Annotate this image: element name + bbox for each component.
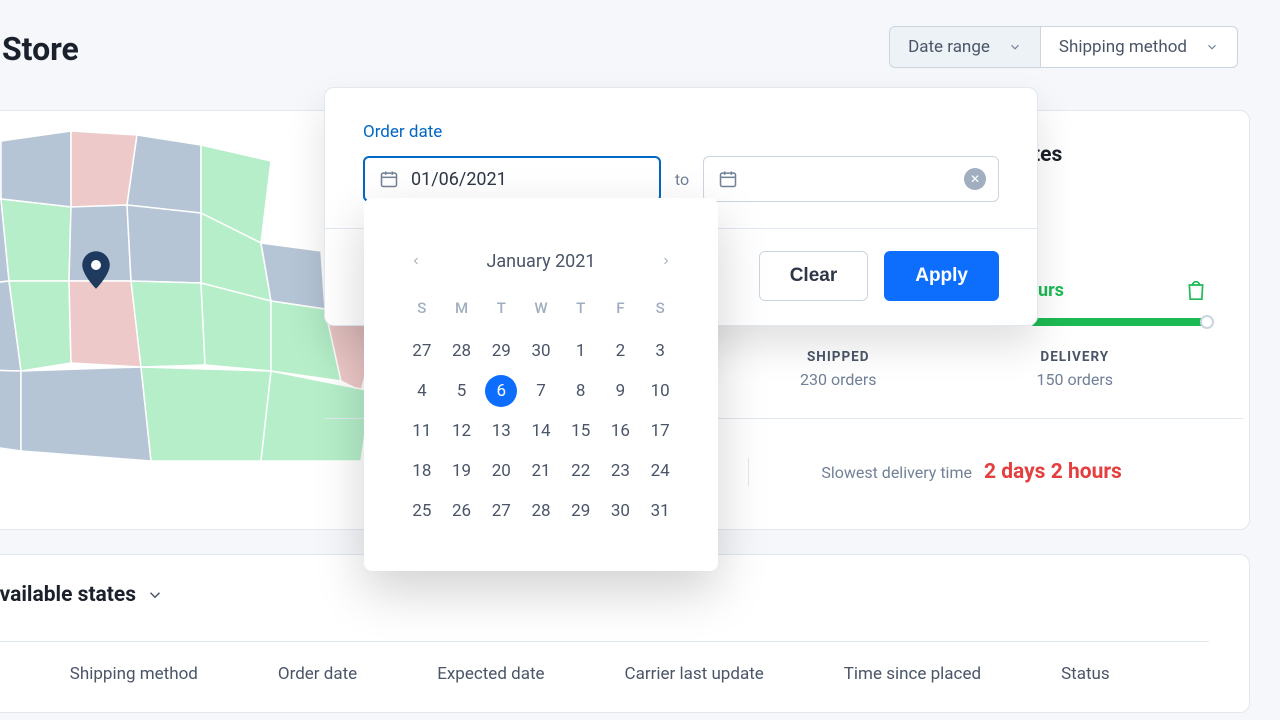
col-shipping-method: Shipping method [70,664,198,684]
calendar-day[interactable]: 29 [481,331,521,371]
calendar-day[interactable]: 1 [561,331,601,371]
chevron-left-icon [410,255,422,267]
slowest-delivery-value: 2 days 2 hours [984,460,1122,484]
calendar-day[interactable]: 21 [521,451,561,491]
calendar-day[interactable]: 13 [481,411,521,451]
shopping-bag-icon [1186,279,1206,305]
calendar-day[interactable]: 27 [402,331,442,371]
calendar-day[interactable]: 26 [442,491,482,531]
stats-row: SHIPPED 230 orders DELIVERY 150 orders [800,349,1113,389]
stat-delivery-value: 150 orders [1037,370,1114,389]
calendar-day[interactable]: 3 [640,331,680,371]
calendar-day[interactable]: 9 [601,371,641,411]
calendar-days: 2728293012345678910111213141516171819202… [402,331,680,531]
weekday: S [402,299,442,331]
date-from-input[interactable]: 01/06/2021 [363,156,661,202]
date-to-separator: to [675,170,689,189]
stat-shipped-value: 230 orders [800,370,877,389]
calendar-day[interactable]: 16 [601,411,641,451]
clear-to-date-icon[interactable]: ✕ [964,168,986,190]
weekday: S [640,299,680,331]
calendar-day[interactable]: 6 [485,375,517,407]
col-status: Status [1061,664,1110,684]
slowest-delivery: Slowest delivery time 2 days 2 hours [821,460,1122,484]
calendar-icon [718,169,738,189]
calendar-weekdays: S M T W T F S [402,299,680,331]
page-title: tes • Store [0,30,79,68]
clear-button[interactable]: Clear [759,251,869,301]
shipping-method-filter[interactable]: Shipping method [1041,26,1238,68]
top-filters: Date range Shipping method [889,26,1238,68]
col-time-since: Time since placed [844,664,981,684]
calendar-header: January 2021 [402,248,680,275]
chevron-down-icon [1008,40,1022,54]
weekday: T [561,299,601,331]
calendar-day[interactable]: 17 [640,411,680,451]
slowest-delivery-label: Slowest delivery time [821,463,972,482]
calendar-icon [379,169,399,189]
apply-button[interactable]: Apply [884,251,999,301]
calendar-day[interactable]: 30 [601,491,641,531]
weekday: F [601,299,641,331]
calendar-day[interactable]: 27 [481,491,521,531]
calendar-prev-month[interactable] [402,248,430,275]
progress-knob[interactable] [1200,315,1214,329]
date-range-filter-label: Date range [908,37,990,57]
date-range-filter[interactable]: Date range [889,26,1041,68]
calendar-day[interactable]: 28 [521,491,561,531]
date-inputs-row: 01/06/2021 to ✕ [363,156,999,202]
col-order-date: Order date [278,664,357,684]
col-carrier-update: Carrier last update [625,664,764,684]
calendar-day[interactable]: 5 [442,371,482,411]
time-hours-fragment: urs [1038,280,1064,301]
chevron-down-icon [1205,40,1219,54]
weekday: W [521,299,561,331]
calendar-day[interactable]: 20 [481,451,521,491]
map-pin-icon [81,251,111,289]
calendar-day[interactable]: 24 [640,451,680,491]
calendar-day[interactable]: 14 [521,411,561,451]
calendar-day[interactable]: 10 [640,371,680,411]
calendar-day[interactable]: 30 [521,331,561,371]
orders-table-card: all available states tion Shipping metho… [0,554,1250,713]
chevron-right-icon [660,255,672,267]
table-header-row: tion Shipping method Order date Expected… [0,641,1209,684]
calendar-day[interactable]: 25 [402,491,442,531]
progress-bar[interactable] [1030,318,1208,326]
stat-shipped: SHIPPED 230 orders [800,349,877,389]
calendar-month-label: January 2021 [486,251,595,272]
calendar-picker: January 2021 S M T W T F S 2728293012345… [364,198,718,571]
weekday: T [481,299,521,331]
popover-label: Order date [363,122,999,142]
stat-delivery: DELIVERY 150 orders [1037,349,1114,389]
date-from-value: 01/06/2021 [411,169,507,190]
calendar-day[interactable]: 22 [561,451,601,491]
col-expected-date: Expected date [437,664,544,684]
calendar-day[interactable]: 18 [402,451,442,491]
calendar-day[interactable]: 8 [561,371,601,411]
calendar-day[interactable]: 19 [442,451,482,491]
calendar-day[interactable]: 2 [601,331,641,371]
date-to-input[interactable]: ✕ [703,156,999,202]
calendar-day[interactable]: 23 [601,451,641,491]
orders-table-title-text: all available states [0,583,136,607]
shipping-method-filter-label: Shipping method [1059,37,1187,57]
stat-delivery-label: DELIVERY [1037,349,1114,365]
stat-shipped-label: SHIPPED [800,349,877,365]
calendar-day[interactable]: 7 [521,371,561,411]
calendar-day[interactable]: 28 [442,331,482,371]
calendar-day[interactable]: 12 [442,411,482,451]
weekday: M [442,299,482,331]
calendar-day[interactable]: 11 [402,411,442,451]
calendar-day[interactable]: 29 [561,491,601,531]
calendar-day[interactable]: 4 [402,371,442,411]
divider-vertical [748,458,749,486]
calendar-next-month[interactable] [652,248,680,275]
calendar-day[interactable]: 15 [561,411,601,451]
orders-table-title[interactable]: all available states [0,583,1209,607]
chevron-down-icon [146,586,164,604]
calendar-day[interactable]: 31 [640,491,680,531]
